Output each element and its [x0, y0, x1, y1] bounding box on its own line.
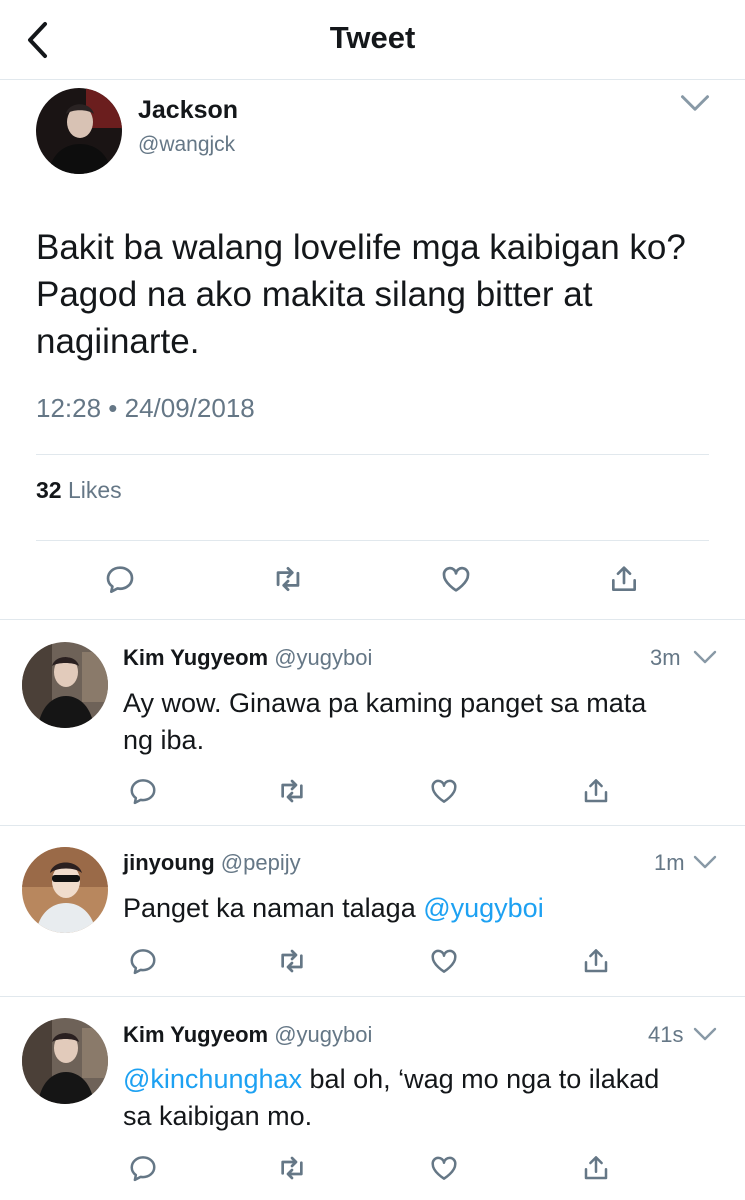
reply-time: 3m	[650, 645, 681, 670]
mention-link[interactable]: @yugyboi	[423, 893, 543, 923]
reply-author-handle[interactable]: @yugyboi	[274, 645, 372, 670]
reply-author-name[interactable]: jinyoung	[123, 850, 215, 875]
retweet-icon	[276, 945, 308, 977]
retweet-icon	[271, 562, 305, 596]
reply-text: Panget ka naman talaga @yugyboi	[123, 890, 723, 927]
reply-header: Kim Yugyeom @yugyboi	[123, 645, 372, 671]
reply-text-line: ng iba.	[123, 725, 205, 755]
share-icon	[581, 946, 611, 976]
heart-icon	[429, 946, 459, 976]
reply-avatar[interactable]	[22, 642, 108, 728]
divider	[0, 619, 745, 620]
reply-header: jinyoung @pepijy	[123, 850, 301, 876]
retweet-button[interactable]	[275, 774, 309, 808]
share-icon	[581, 1153, 611, 1183]
reply-header: Kim Yugyeom @yugyboi	[123, 1022, 372, 1048]
divider	[0, 825, 745, 826]
tweet-timestamp: 12:28 • 24/09/2018	[36, 393, 255, 423]
reply-text: @kinchunghax bal oh, ‘wag mo nga to ilak…	[123, 1061, 723, 1135]
reply-button[interactable]	[126, 944, 160, 978]
reply-text-line: sa kaibigan mo.	[123, 1101, 313, 1131]
reply-author-handle[interactable]: @yugyboi	[274, 1022, 372, 1047]
author-name[interactable]: Jackson	[138, 96, 238, 125]
chevron-down-icon	[693, 650, 717, 664]
avatar-image	[36, 88, 122, 174]
avatar-image	[22, 642, 108, 728]
share-button[interactable]	[579, 944, 613, 978]
likes-count: 32	[36, 477, 62, 503]
reply-button[interactable]	[126, 1151, 160, 1185]
like-button[interactable]	[427, 1151, 461, 1185]
author-handle[interactable]: @wangjck	[138, 133, 235, 157]
retweet-button[interactable]	[275, 944, 309, 978]
reply-icon	[128, 1153, 158, 1183]
like-button[interactable]	[427, 774, 461, 808]
share-button[interactable]	[579, 774, 613, 808]
avatar-image	[22, 1018, 108, 1104]
reply-text: Ay wow. Ginawa pa kaming panget sa mata …	[123, 685, 723, 759]
reply-text-body: bal oh, ‘wag mo nga to ilakad	[302, 1064, 660, 1094]
reply-icon	[104, 563, 136, 595]
share-button[interactable]	[579, 1151, 613, 1185]
reply-time: 41s	[648, 1022, 684, 1047]
reply-text-body: Panget ka naman talaga	[123, 893, 424, 923]
reply-options-button[interactable]	[690, 852, 720, 872]
reply-options-button[interactable]	[690, 647, 720, 667]
heart-icon	[440, 563, 472, 595]
likes-label: Likes	[67, 477, 122, 503]
avatar-image	[22, 847, 108, 933]
share-icon	[581, 776, 611, 806]
reply-button[interactable]	[126, 774, 160, 808]
reply-time: 1m	[654, 850, 685, 875]
reply-icon	[128, 776, 158, 806]
reply-author-handle[interactable]: @pepijy	[221, 850, 301, 875]
retweet-icon	[276, 1152, 308, 1184]
like-button[interactable]	[427, 944, 461, 978]
retweet-button[interactable]	[275, 1151, 309, 1185]
heart-icon	[429, 1153, 459, 1183]
retweet-icon	[276, 775, 308, 807]
reply-text-line: @kinchunghax bal oh, ‘wag mo nga to ilak…	[123, 1061, 723, 1098]
chevron-down-icon	[680, 94, 710, 112]
page-title: Tweet	[329, 20, 416, 55]
chevron-down-icon	[693, 855, 717, 869]
heart-icon	[429, 776, 459, 806]
retweet-button[interactable]	[271, 562, 305, 596]
mention-link[interactable]: @kinchunghax	[123, 1064, 302, 1094]
share-button[interactable]	[607, 562, 641, 596]
tweet-text: Bakit ba walang lovelife mga kaibigan ko…	[36, 228, 686, 361]
chevron-down-icon	[693, 1027, 717, 1041]
reply-avatar[interactable]	[22, 847, 108, 933]
divider	[36, 540, 709, 541]
like-button[interactable]	[439, 562, 473, 596]
reply-icon	[128, 946, 158, 976]
reply-author-name[interactable]: Kim Yugyeom	[123, 645, 268, 670]
reply-button[interactable]	[103, 562, 137, 596]
likes-count-link[interactable]: 32 Likes	[36, 477, 122, 504]
tweet-options-button[interactable]	[680, 93, 710, 113]
divider	[0, 996, 745, 997]
divider	[36, 454, 709, 455]
reply-author-name[interactable]: Kim Yugyeom	[123, 1022, 268, 1047]
reply-text-line: Ay wow. Ginawa pa kaming panget sa mata	[123, 688, 647, 718]
reply-options-button[interactable]	[690, 1024, 720, 1044]
reply-avatar[interactable]	[22, 1018, 108, 1104]
avatar[interactable]	[36, 88, 122, 174]
share-icon	[608, 563, 640, 595]
